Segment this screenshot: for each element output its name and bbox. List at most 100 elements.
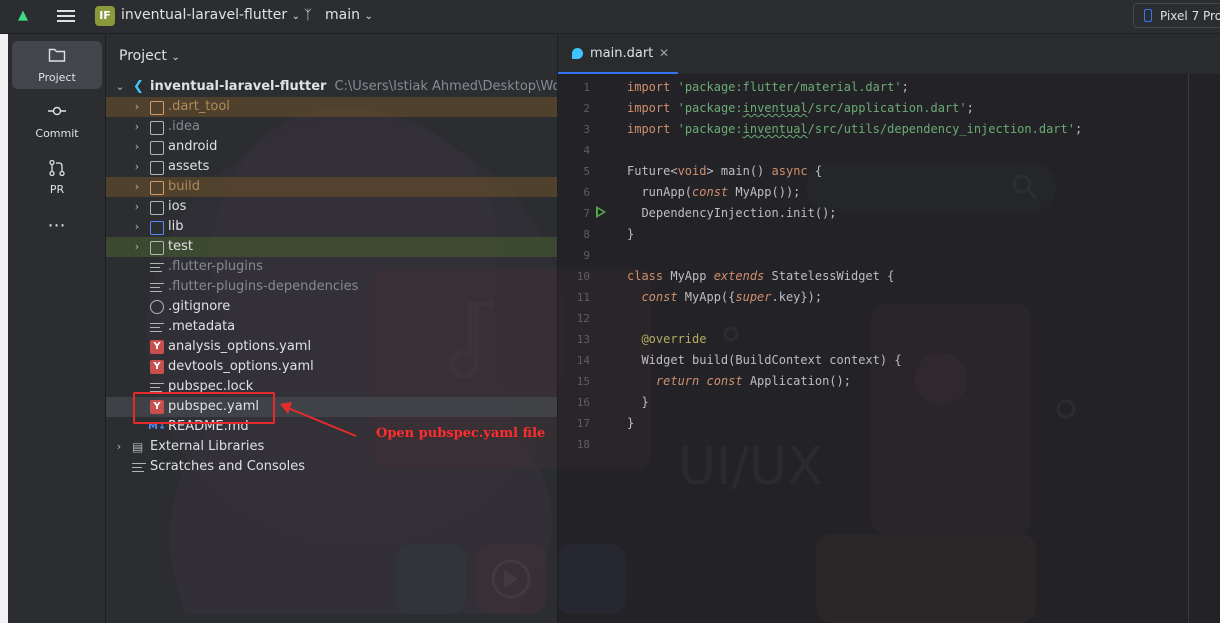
tree-item-devtools-options[interactable]: Y devtools_options.yaml (106, 357, 557, 377)
tree-item-label: lib (168, 219, 184, 234)
library-icon: ▤ (132, 440, 144, 454)
line-number: 8 (583, 228, 590, 241)
callout-highlight-box (133, 392, 275, 424)
tool-more[interactable]: ⋯ (12, 209, 102, 239)
project-selector[interactable]: inventual-laravel-flutter ⌄ (121, 7, 300, 23)
tree-item-gitignore[interactable]: .gitignore (106, 297, 557, 317)
code-token: async (771, 164, 808, 178)
tree-item-lib[interactable]: › lib (106, 217, 557, 237)
code-token: super (735, 290, 772, 304)
project-view-selector[interactable]: Project ⌄ (119, 48, 180, 64)
chevron-right-icon[interactable]: › (113, 437, 125, 457)
code-token: 'package:flutter/material.dart' (677, 80, 902, 94)
more-icon: ⋯ (47, 215, 67, 236)
phone-icon (1144, 9, 1152, 22)
code-token: const (692, 185, 729, 199)
chevron-right-icon[interactable]: › (131, 157, 143, 177)
ignore-file-icon (150, 300, 164, 314)
line-number: 15 (576, 375, 590, 388)
line-number: 4 (583, 144, 590, 157)
code-token: > main() (706, 164, 772, 178)
code-line-7: DependencyInjection.init(); (627, 206, 837, 220)
tree-item-ios[interactable]: › ios (106, 197, 557, 217)
code-token: (BuildContext context) { (728, 353, 902, 367)
text-file-icon (150, 283, 164, 297)
chevron-down-icon: ⌄ (364, 11, 373, 22)
tree-item-label: .dart_tool (168, 99, 230, 114)
code-token: const (699, 374, 743, 388)
close-icon[interactable]: ✕ (659, 46, 669, 60)
tree-item-dart-tool[interactable]: › .dart_tool (106, 97, 557, 117)
scratches-icon (132, 463, 146, 477)
chevron-right-icon[interactable]: › (131, 97, 143, 117)
code-token: class (627, 269, 664, 283)
tree-item-label: ios (168, 199, 187, 214)
line-number: 1 (583, 81, 590, 94)
code-line-17: } (627, 416, 635, 430)
tab-main-dart[interactable]: main.dart ✕ (558, 34, 678, 74)
tree-item-build[interactable]: › build (106, 177, 557, 197)
folder-icon (150, 121, 164, 135)
code-line-10: class MyApp extends StatelessWidget { (627, 266, 894, 287)
run-gutter-icon[interactable] (596, 206, 606, 218)
tool-pull-requests[interactable]: PR (12, 153, 102, 201)
line-number: 16 (576, 396, 590, 409)
code-line-13: @override (627, 332, 707, 346)
tree-item-scratches[interactable]: Scratches and Consoles (106, 457, 557, 477)
pull-request-icon (12, 159, 102, 181)
code-token: return (627, 374, 700, 388)
text-file-icon (150, 323, 164, 337)
code-token: import (627, 80, 671, 94)
yaml-file-icon: Y (150, 340, 164, 354)
code-token: Application(); (742, 374, 851, 388)
code-token: import (627, 101, 671, 115)
chevron-right-icon[interactable]: › (131, 237, 143, 257)
code-token: build (692, 353, 729, 367)
project-name: inventual-laravel-flutter (121, 7, 288, 23)
line-number: 18 (576, 438, 590, 451)
branch-icon: ᛉ (304, 8, 312, 23)
tree-item-analysis-options[interactable]: Y analysis_options.yaml (106, 337, 557, 357)
dart-file-icon (572, 48, 583, 59)
tree-item-assets[interactable]: › assets (106, 157, 557, 177)
device-selector[interactable]: Pixel 7 Pro (1133, 3, 1220, 28)
branch-selector[interactable]: main ⌄ (325, 7, 373, 23)
tree-item-android[interactable]: › android (106, 137, 557, 157)
chevron-right-icon[interactable]: › (131, 197, 143, 217)
tree-item-metadata[interactable]: .metadata (106, 317, 557, 337)
chevron-right-icon[interactable]: › (131, 217, 143, 237)
code-token: StatelessWidget { (764, 269, 895, 283)
line-number: 10 (576, 270, 590, 283)
chevron-down-icon: ⌄ (171, 52, 180, 63)
tree-root[interactable]: ⌄ ❮ inventual-laravel-flutter C:\Users\Is… (106, 77, 557, 97)
branch-name: main (325, 7, 360, 23)
code-token: /src/utils/dependency_injection.dart' (807, 122, 1075, 136)
tool-project[interactable]: Project (12, 41, 102, 89)
chevron-right-icon[interactable]: › (131, 137, 143, 157)
main-menu-icon[interactable] (57, 7, 75, 25)
code-token: 'package: (677, 101, 743, 115)
code-line-8: } (627, 227, 635, 241)
tree-item-idea[interactable]: › .idea (106, 117, 557, 137)
source-folder-icon (150, 221, 164, 235)
tree-item-test[interactable]: › test (106, 237, 557, 257)
line-number: 12 (576, 312, 590, 325)
tree-item-flutter-plugins[interactable]: .flutter-plugins (106, 257, 557, 277)
code-token: inventual (742, 101, 808, 115)
device-name: Pixel 7 Pro (1160, 9, 1220, 23)
code-line-6: runApp(const MyApp()); (627, 182, 800, 203)
line-number: 14 (576, 354, 590, 367)
callout-text: Open pubspec.yaml file (376, 426, 546, 441)
chevron-down-icon[interactable]: ⌄ (114, 77, 126, 97)
chevron-right-icon[interactable]: › (131, 177, 143, 197)
code-token: const (627, 290, 678, 304)
tool-commit[interactable]: Commit (12, 97, 102, 145)
code-editor[interactable]: main.dart ✕ 1 2 3 4 5 6 7 8 9 10 11 12 1… (557, 34, 1220, 623)
flutter-icon: ❮ (133, 79, 144, 94)
tree-item-label: .flutter-plugins-dependencies (168, 279, 359, 294)
tree-item-flutter-plugins-dependencies[interactable]: .flutter-plugins-dependencies (106, 277, 557, 297)
code-token: 'package: (677, 122, 743, 136)
text-file-icon (150, 263, 164, 277)
right-margin-guide (1188, 74, 1189, 623)
chevron-right-icon[interactable]: › (131, 117, 143, 137)
